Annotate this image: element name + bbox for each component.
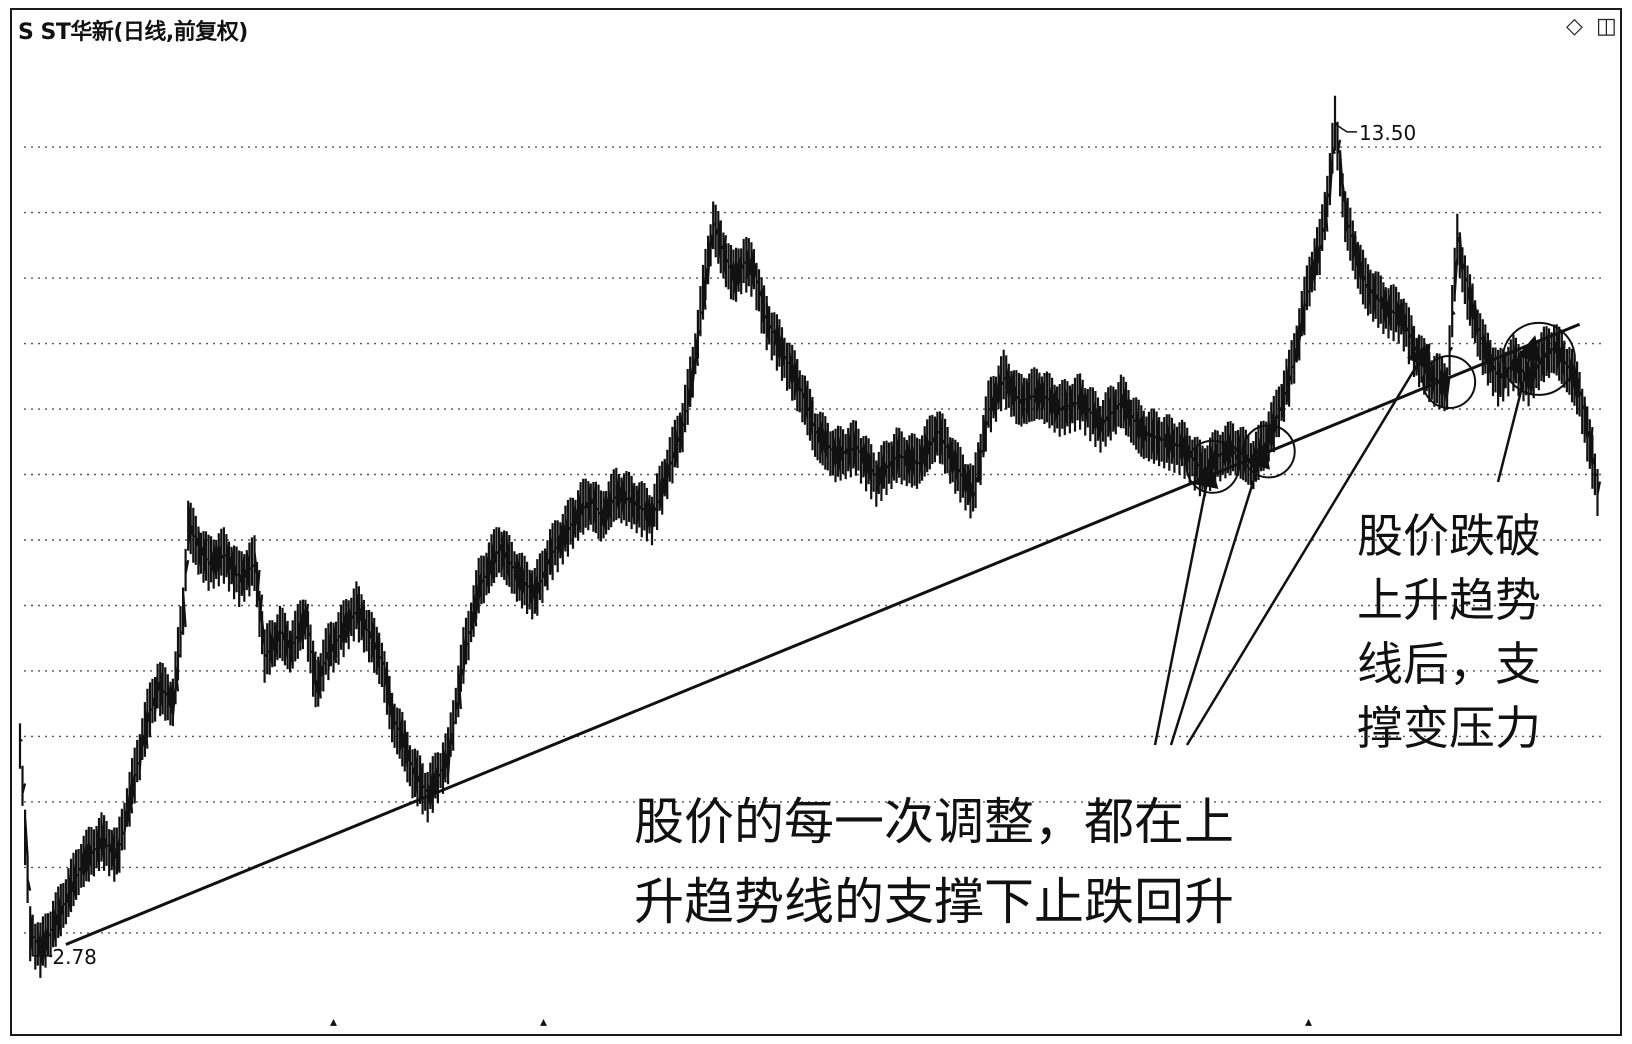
low-price-label: 2.78 — [52, 945, 97, 969]
annotation-main: 股价的每一次调整，都在上 升趋势线的支撑下止跌回升 — [634, 793, 1234, 931]
date-marker: ▴ — [330, 1014, 337, 1030]
date-marker: ▴ — [1305, 1014, 1312, 1030]
annotation-side: 股价跌破 上升趋势 线后，支 撑变压力 — [1357, 509, 1541, 755]
high-price-label: 13.50 — [1359, 121, 1416, 145]
date-marker: ▴ — [540, 1014, 547, 1030]
date-markers: ▴ ▴ ▴ — [330, 1014, 1312, 1030]
